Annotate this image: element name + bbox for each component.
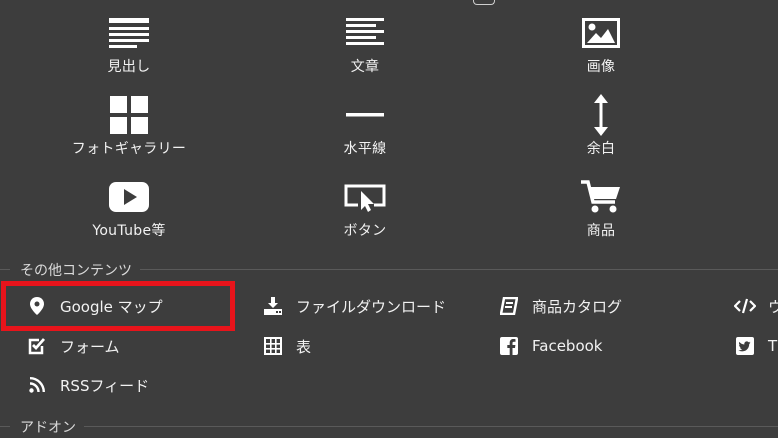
catalog-icon — [498, 295, 520, 317]
item-file-download[interactable]: ファイルダウンロード — [262, 295, 446, 317]
section-title-other: その他コンテンツ — [10, 260, 140, 280]
block-product[interactable]: 商品 — [501, 174, 701, 240]
highlight-box — [1, 281, 235, 331]
spacing-icon — [501, 92, 701, 138]
facebook-icon — [498, 335, 520, 357]
item-rss-feed[interactable]: RSSフィード — [26, 374, 149, 396]
block-horizontal-line[interactable]: 水平線 — [265, 92, 465, 158]
horizontal-line-icon — [265, 92, 465, 138]
twitter-icon — [734, 335, 756, 357]
rss-icon — [26, 374, 48, 396]
code-icon — [734, 295, 756, 317]
heading-icon — [29, 10, 229, 56]
video-icon — [29, 174, 229, 220]
block-label: 水平線 — [343, 141, 387, 157]
block-label: 余白 — [586, 141, 616, 157]
item-label: ファイルダウンロード — [296, 297, 447, 316]
block-label: 文章 — [350, 59, 380, 75]
block-heading[interactable]: 見出し — [29, 10, 229, 76]
item-product-catalog[interactable]: 商品カタログ — [498, 295, 622, 317]
block-label: 商品 — [586, 223, 616, 239]
block-video[interactable]: YouTube等 — [29, 174, 229, 240]
block-label: ボタン — [343, 223, 387, 239]
item-facebook[interactable]: Facebook — [498, 335, 602, 357]
block-label: 見出し — [107, 59, 151, 75]
item-label: フォーム — [60, 337, 120, 356]
item-label: Facebook — [532, 337, 603, 355]
item-code-embed[interactable]: ウ — [734, 295, 778, 317]
block-image[interactable]: 画像 — [501, 10, 701, 76]
text-icon — [265, 10, 465, 56]
item-label: 商品カタログ — [532, 297, 623, 316]
item-table[interactable]: 表 — [262, 335, 311, 357]
block-spacing[interactable]: 余白 — [501, 92, 701, 158]
image-icon — [501, 10, 701, 56]
item-label: ウ — [768, 297, 778, 316]
item-label: RSSフィード — [60, 376, 150, 395]
item-form[interactable]: フォーム — [26, 335, 120, 357]
block-label: フォトギャラリー — [71, 141, 187, 157]
cart-icon — [501, 174, 701, 220]
item-label: 表 — [296, 337, 312, 356]
section-title-addon: アドオン — [10, 417, 84, 437]
block-label: YouTube等 — [92, 223, 166, 239]
block-text[interactable]: 文章 — [265, 10, 465, 76]
item-twitter[interactable]: T — [734, 335, 777, 357]
button-icon — [265, 174, 465, 220]
gallery-icon — [29, 92, 229, 138]
item-label: T — [768, 337, 778, 355]
download-icon — [262, 295, 284, 317]
section-divider — [0, 426, 778, 427]
block-button[interactable]: ボタン — [265, 174, 465, 240]
collapse-tab-icon[interactable] — [473, 0, 495, 5]
form-checkbox-icon — [26, 335, 48, 357]
block-gallery[interactable]: フォトギャラリー — [29, 92, 229, 158]
block-label: 画像 — [586, 59, 616, 75]
table-icon — [262, 335, 284, 357]
